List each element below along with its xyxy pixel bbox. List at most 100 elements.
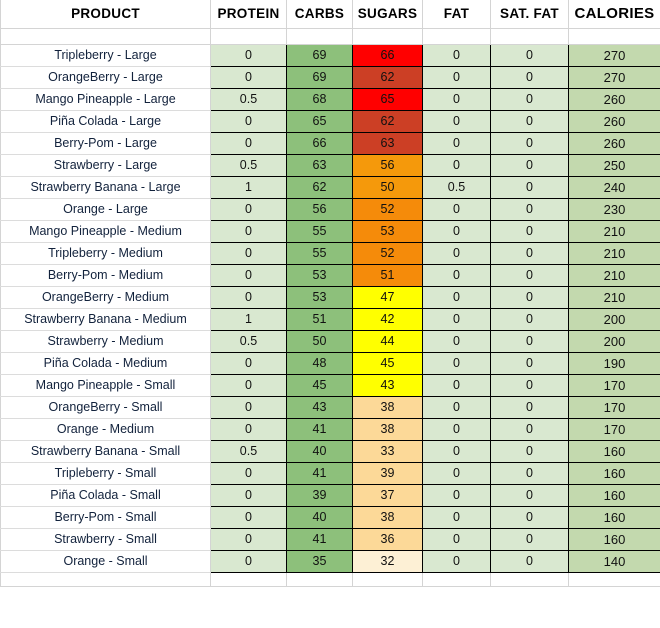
table-row: OrangeBerry - Large 0 69 62 0 0 270: [0, 65, 660, 89]
column-header-fat: FAT: [422, 0, 491, 29]
table-row: Mango Pineapple - Medium 0 55 53 0 0 210: [0, 219, 660, 243]
product-name-cell: Mango Pineapple - Large: [0, 88, 211, 111]
table-row: Berry-Pom - Small 0 40 38 0 0 160: [0, 505, 660, 529]
protein-value-cell: 0.5: [210, 329, 287, 353]
satfat-value-cell: 0: [490, 527, 569, 551]
fat-value-cell: 0: [422, 461, 491, 485]
table-row: Mango Pineapple - Small 0 45 43 0 0 170: [0, 373, 660, 397]
satfat-value-cell: 0: [490, 43, 569, 67]
sugars-value-cell: 38: [352, 395, 423, 419]
table-row: Orange - Medium 0 41 38 0 0 170: [0, 417, 660, 441]
fat-value-cell: 0: [422, 43, 491, 67]
column-header-sugars: SUGARS: [352, 0, 423, 29]
fat-value-cell: 0: [422, 285, 491, 309]
carbs-value-cell: 48: [286, 351, 353, 375]
sugars-value-cell: 47: [352, 285, 423, 309]
carbs-value-cell: 55: [286, 219, 353, 243]
carbs-value-cell: 40: [286, 505, 353, 529]
calories-value-cell: 270: [568, 43, 660, 67]
carbs-value-cell: 41: [286, 527, 353, 551]
carbs-value-cell: 51: [286, 307, 353, 331]
satfat-value-cell: 0: [490, 461, 569, 485]
column-header-calories: CALORIES: [568, 0, 660, 29]
spacer-cell-product: [0, 28, 211, 45]
carbs-value-cell: 50: [286, 329, 353, 353]
spacer-row: [0, 28, 660, 45]
product-name-cell: Tripleberry - Medium: [0, 242, 211, 265]
calories-value-cell: 260: [568, 131, 660, 155]
fat-value-cell: 0: [422, 505, 491, 529]
fat-value-cell: 0: [422, 197, 491, 221]
protein-value-cell: 1: [210, 175, 287, 199]
satfat-value-cell: 0: [490, 483, 569, 507]
carbs-value-cell: 43: [286, 395, 353, 419]
calories-value-cell: 160: [568, 439, 660, 463]
table-row: OrangeBerry - Small 0 43 38 0 0 170: [0, 395, 660, 419]
fat-value-cell: 0: [422, 329, 491, 353]
table-header: PRODUCT PROTEIN CARBS SUGARS FAT SAT. FA…: [0, 0, 660, 45]
satfat-value-cell: 0: [490, 395, 569, 419]
product-name-cell: Orange - Medium: [0, 418, 211, 441]
satfat-value-cell: 0: [490, 285, 569, 309]
spreadsheet-canvas: PRODUCT PROTEIN CARBS SUGARS FAT SAT. FA…: [0, 0, 660, 628]
fat-value-cell: 0: [422, 439, 491, 463]
protein-value-cell: 0.5: [210, 439, 287, 463]
satfat-value-cell: 0: [490, 153, 569, 177]
spacer-cell-calories: [568, 28, 660, 45]
product-name-cell: Orange - Large: [0, 198, 211, 221]
column-header-product: PRODUCT: [0, 0, 211, 29]
table-row: OrangeBerry - Medium 0 53 47 0 0 210: [0, 285, 660, 309]
carbs-value-cell: 45: [286, 373, 353, 397]
fat-value-cell: 0: [422, 87, 491, 111]
satfat-value-cell: 0: [490, 197, 569, 221]
fat-value-cell: 0: [422, 527, 491, 551]
carbs-value-cell: 41: [286, 461, 353, 485]
protein-value-cell: 0: [210, 351, 287, 375]
protein-value-cell: 0: [210, 43, 287, 67]
product-name-cell: Berry-Pom - Medium: [0, 264, 211, 287]
spacer-cell-protein: [210, 28, 287, 45]
carbs-value-cell: 65: [286, 109, 353, 133]
carbs-value-cell: 53: [286, 285, 353, 309]
fat-value-cell: 0: [422, 109, 491, 133]
satfat-value-cell: 0: [490, 263, 569, 287]
table-body: Tripleberry - Large 0 69 66 0 0 270 OrangeBerry…: [0, 43, 660, 573]
fat-value-cell: 0: [422, 65, 491, 89]
product-name-cell: Mango Pineapple - Small: [0, 374, 211, 397]
fat-value-cell: 0: [422, 395, 491, 419]
product-name-cell: Berry-Pom - Small: [0, 506, 211, 529]
sugars-value-cell: 63: [352, 131, 423, 155]
calories-value-cell: 260: [568, 87, 660, 111]
carbs-value-cell: 69: [286, 65, 353, 89]
calories-value-cell: 170: [568, 395, 660, 419]
product-name-cell: Piña Colada - Small: [0, 484, 211, 507]
fat-value-cell: 0.5: [422, 175, 491, 199]
calories-value-cell: 140: [568, 549, 660, 573]
satfat-value-cell: 0: [490, 505, 569, 529]
fat-value-cell: 0: [422, 417, 491, 441]
sugars-value-cell: 38: [352, 417, 423, 441]
product-name-cell: OrangeBerry - Small: [0, 396, 211, 419]
sugars-value-cell: 33: [352, 439, 423, 463]
carbs-value-cell: 39: [286, 483, 353, 507]
sugars-value-cell: 52: [352, 197, 423, 221]
column-header-carbs: CARBS: [286, 0, 353, 29]
protein-value-cell: 0: [210, 527, 287, 551]
sugars-value-cell: 42: [352, 307, 423, 331]
calories-value-cell: 270: [568, 65, 660, 89]
tail-row: [0, 572, 660, 587]
product-name-cell: Piña Colada - Large: [0, 110, 211, 133]
spacer-cell-fat: [422, 28, 491, 45]
fat-value-cell: 0: [422, 219, 491, 243]
tail-cell-product: [0, 572, 211, 587]
protein-value-cell: 0: [210, 241, 287, 265]
sugars-value-cell: 65: [352, 87, 423, 111]
calories-value-cell: 160: [568, 483, 660, 507]
sugars-value-cell: 62: [352, 109, 423, 133]
carbs-value-cell: 55: [286, 241, 353, 265]
sugars-value-cell: 66: [352, 43, 423, 67]
satfat-value-cell: 0: [490, 307, 569, 331]
column-header-satfat: SAT. FAT: [490, 0, 569, 29]
protein-value-cell: 0: [210, 109, 287, 133]
fat-value-cell: 0: [422, 549, 491, 573]
